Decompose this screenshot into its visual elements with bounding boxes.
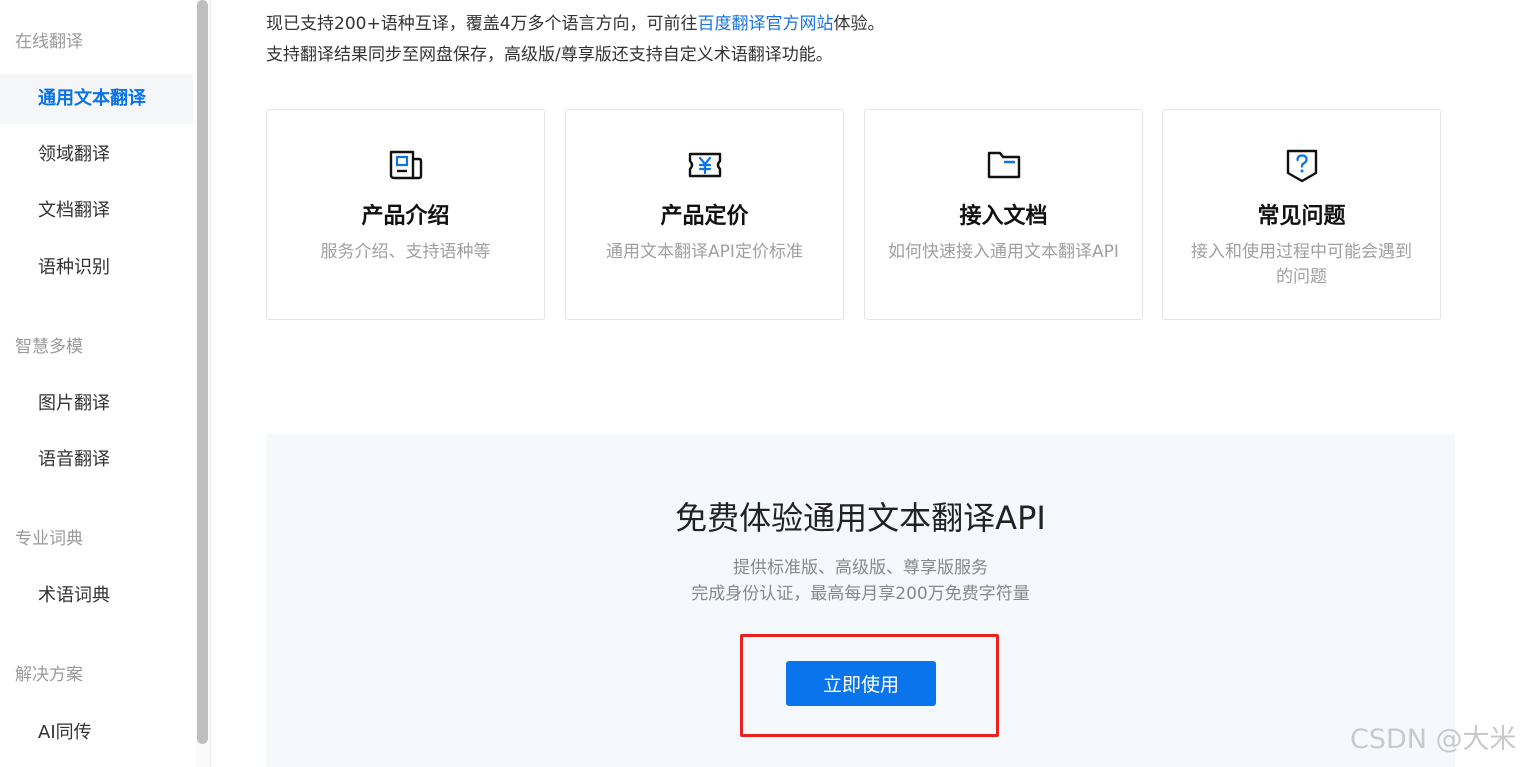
use-now-button[interactable]: 立即使用 (786, 661, 936, 706)
card-desc-access-docs: 如何快速接入通用文本翻译API (888, 242, 1119, 262)
sidebar-scrollbar[interactable] (196, 0, 211, 767)
free-trial-title: 免费体验通用文本翻译API (675, 499, 1046, 537)
card-access-docs[interactable]: 接入文档 如何快速接入通用文本翻译API (864, 109, 1143, 320)
intro-text-suffix: 体验。 (833, 14, 885, 34)
card-desc-product-intro: 服务介绍、支持语种等 (320, 242, 491, 262)
newspaper-icon (389, 150, 422, 180)
sidebar-group-solutions: 解决方案 (15, 665, 83, 685)
intro-line-2: 支持翻译结果同步至网盘保存，高级版/尊享版还支持自定义术语翻译功能。 (266, 45, 833, 65)
sidebar-item-terminology-dictionary[interactable]: 术语词典 (0, 571, 193, 621)
question-shield-icon (1286, 149, 1317, 183)
folder-icon (987, 151, 1020, 179)
card-product-intro[interactable]: 产品介绍 服务介绍、支持语种等 (266, 109, 545, 320)
sidebar-item-document-translation[interactable]: 文档翻译 (0, 186, 193, 236)
yen-ticket-icon (688, 152, 721, 178)
card-faq[interactable]: 常见问题 接入和使用过程中可能会遇到的问题 (1162, 109, 1441, 320)
card-desc-product-pricing: 通用文本翻译API定价标准 (606, 242, 803, 262)
free-trial-section: 免费体验通用文本翻译API 提供标准版、高级版、尊享版服务 完成身份认证，最高每… (266, 434, 1455, 767)
sidebar-item-domain-translation[interactable]: 领域翻译 (0, 130, 193, 180)
sidebar-item-general-text-translation[interactable]: 通用文本翻译 (0, 74, 193, 124)
scrollbar-thumb[interactable] (197, 0, 208, 744)
intro-line-1: 现已支持200+语种互译，覆盖4万多个语言方向，可前往百度翻译官方网站体验。 (266, 13, 885, 35)
sidebar-group-professional-dictionary: 专业词典 (15, 529, 83, 549)
card-desc-faq: 接入和使用过程中可能会遇到的问题 (1191, 242, 1412, 287)
sidebar-group-online-translation: 在线翻译 (15, 32, 83, 52)
sidebar: 在线翻译 通用文本翻译 领域翻译 文档翻译 语种识别 智慧多模 图片翻译 语音翻… (0, 0, 196, 767)
csdn-watermark: CSDN @大米 (1350, 724, 1517, 755)
free-trial-subtitle-quota: 完成身份认证，最高每月享200万免费字符量 (691, 584, 1030, 604)
sidebar-item-language-detection[interactable]: 语种识别 (0, 243, 193, 293)
sidebar-item-speech-translation[interactable]: 语音翻译 (0, 435, 193, 485)
sidebar-item-image-translation[interactable]: 图片翻译 (0, 379, 193, 429)
card-title-access-docs: 接入文档 (959, 204, 1048, 229)
card-title-faq: 常见问题 (1257, 204, 1346, 229)
free-trial-subtitle-editions: 提供标准版、高级版、尊享版服务 (733, 558, 988, 578)
card-product-pricing[interactable]: 产品定价 通用文本翻译API定价标准 (565, 109, 844, 320)
sidebar-group-multimodal: 智慧多模 (15, 337, 83, 357)
sidebar-item-ai-interpretation[interactable]: AI同传 (0, 708, 193, 758)
card-title-product-pricing: 产品定价 (660, 204, 749, 229)
intro-text-prefix: 现已支持200+语种互译，覆盖4万多个语言方向，可前往 (266, 14, 698, 34)
card-title-product-intro: 产品介绍 (361, 204, 450, 229)
baidu-translate-official-link[interactable]: 百度翻译官方网站 (698, 14, 834, 34)
